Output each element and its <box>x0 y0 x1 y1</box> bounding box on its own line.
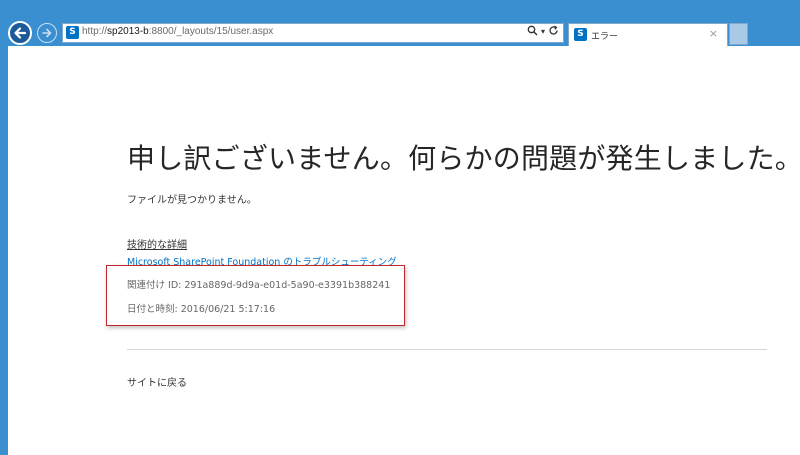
close-icon[interactable]: × <box>709 27 718 40</box>
url-text[interactable]: http://sp2013-b:8800/_layouts/15/user.as… <box>82 26 273 37</box>
forward-button[interactable] <box>37 23 57 43</box>
highlight-box <box>106 265 405 326</box>
browser-chrome: S http://sp2013-b:8800/_layouts/15/user.… <box>0 0 800 46</box>
technical-details-link[interactable]: 技術的な詳細 <box>127 236 187 251</box>
address-controls: ▾ <box>527 25 559 39</box>
tab-error[interactable]: S エラー × <box>568 23 728 46</box>
back-button[interactable] <box>8 21 32 45</box>
sharepoint-favicon-icon: S <box>66 26 79 39</box>
dropdown-icon[interactable]: ▾ <box>541 25 545 39</box>
address-bar[interactable]: S http://sp2013-b:8800/_layouts/15/user.… <box>62 23 564 43</box>
url-host: sp2013-b <box>107 26 149 37</box>
arrow-right-icon <box>42 28 52 38</box>
page-content: 申し訳ございません。何らかの問題が発生しました。 ファイルが見つかりません。 技… <box>0 46 800 455</box>
url-prefix: http:// <box>82 26 108 37</box>
page-title: 申し訳ございません。何らかの問題が発生しました。 <box>127 143 800 174</box>
url-path: :8800/_layouts/15/user.aspx <box>148 26 274 37</box>
search-icon[interactable] <box>527 25 538 39</box>
divider <box>127 349 767 350</box>
arrow-left-icon <box>14 27 27 39</box>
new-tab-button[interactable] <box>729 23 748 45</box>
refresh-icon[interactable] <box>548 25 559 39</box>
back-to-site-link[interactable]: サイトに戻る <box>127 374 187 389</box>
error-message: ファイルが見つかりません。 <box>127 195 257 206</box>
tab-title: エラー <box>591 32 619 42</box>
sharepoint-tab-icon: S <box>574 28 587 41</box>
